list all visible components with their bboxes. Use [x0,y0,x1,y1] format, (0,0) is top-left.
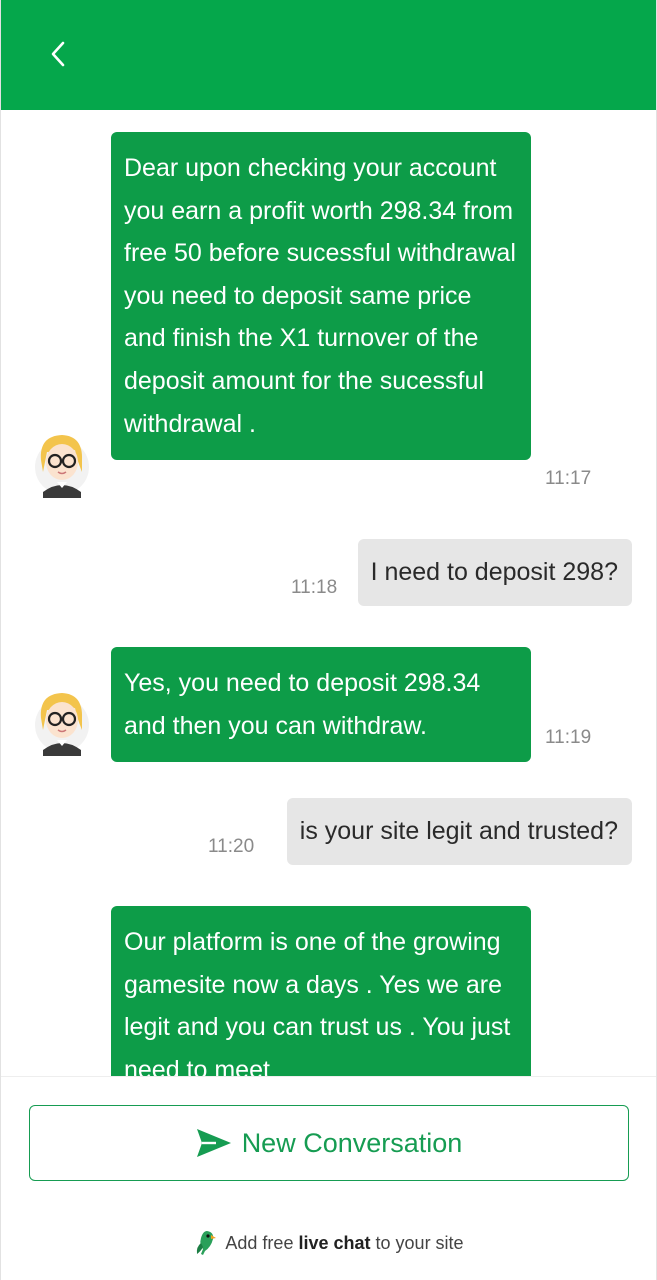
message-time: 11:17 [545,468,592,489]
footer: New Conversation Add free live chat to y… [1,1076,656,1280]
chat-widget: Dear upon checking your account you earn… [0,0,657,1280]
message-time: 11:20 [208,836,255,857]
new-conversation-button[interactable]: New Conversation [29,1105,629,1181]
agent-avatar [35,688,89,756]
user-message: I need to deposit 298? [357,539,632,606]
chevron-left-icon [51,41,65,67]
powered-suffix: to your site [375,1232,464,1253]
agent-message-text: Dear upon checking your account you earn… [111,132,531,461]
agent-avatar [35,430,89,498]
send-icon [196,1129,231,1157]
new-conversation-label: New Conversation [241,1127,463,1158]
powered-prefix: Add free [225,1232,294,1253]
message-time: 11:19 [545,727,592,748]
user-message-text: I need to deposit 298? [357,539,632,606]
powered-bold: live chat [298,1232,371,1253]
agent-message-text: Our platform is one of the growing games… [111,906,531,1076]
user-message: is your site legit and trusted? [286,798,632,865]
agent-message: Dear upon checking your account you earn… [111,132,531,461]
agent-message: Yes, you need to deposit 298.34 and then… [111,647,531,763]
agent-message: Our platform is one of the growing games… [111,906,531,1076]
back-button[interactable] [39,34,79,74]
agent-message-text: Yes, you need to deposit 298.34 and then… [111,647,531,763]
agent-avatar-icon [35,435,89,498]
parrot-logo-icon [197,1231,217,1255]
message-time: 11:18 [291,577,338,598]
agent-avatar-icon [35,693,89,756]
powered-by-link[interactable]: Add free live chat to your site [1,1229,656,1257]
header-bar [1,0,656,110]
user-message-text: is your site legit and trusted? [286,798,632,865]
message-list[interactable]: Dear upon checking your account you earn… [1,110,656,1076]
